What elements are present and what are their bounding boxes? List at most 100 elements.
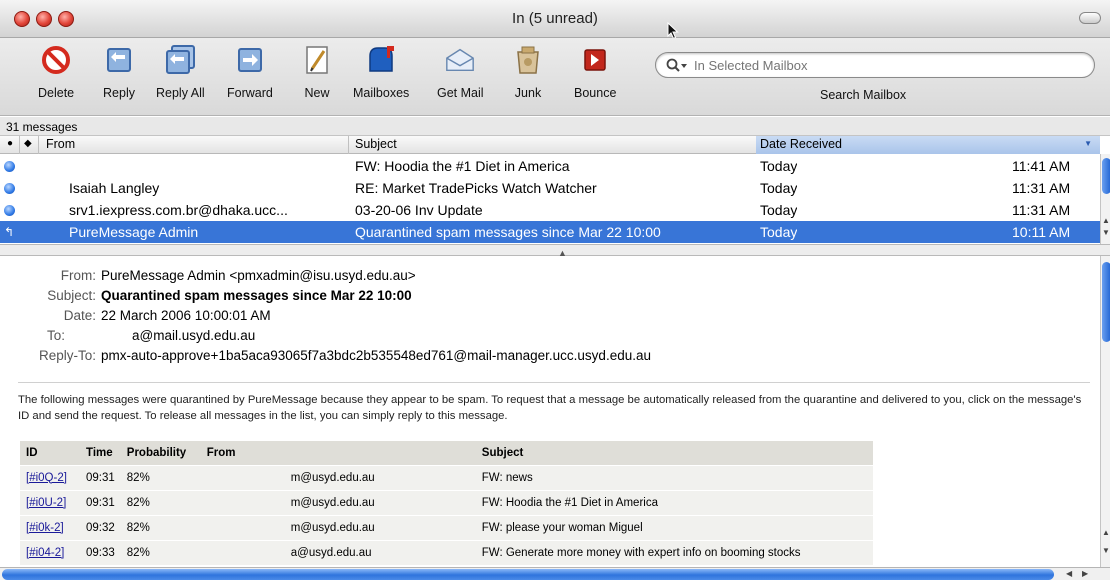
- bounce-button[interactable]: Bounce: [574, 44, 616, 100]
- message-intro-text: The following messages were quarantined …: [18, 394, 1082, 422]
- title-bar[interactable]: In (5 unread): [0, 0, 1110, 40]
- cell-probability: 82%: [120, 464, 201, 490]
- cell-probability: 82%: [120, 514, 201, 540]
- row-subject: 03-20-06 Inv Update: [355, 202, 483, 218]
- table-row: [#i0U-2] 09:31 82% m@usyd.edu.au FW: Hoo…: [20, 489, 873, 515]
- subject-key: Subject:: [47, 288, 96, 303]
- release-link[interactable]: [#i0k-2]: [26, 522, 64, 534]
- cell-from: a@usyd.edu.au: [200, 539, 476, 565]
- reply-to-key: Reply-To:: [38, 348, 96, 363]
- date-column-header[interactable]: Date Received ▼: [756, 136, 1100, 154]
- message-pane-scrollbar[interactable]: ▲ ▼: [1100, 256, 1110, 567]
- horizontal-scroll-thumb[interactable]: [2, 569, 1054, 580]
- message-row-selected[interactable]: ↰ PureMessage Admin Quarantined spam mes…: [0, 221, 1100, 243]
- date-column-label: Date Received: [760, 137, 842, 151]
- reply-icon: [103, 44, 135, 76]
- message-row[interactable]: Isaiah Langley RE: Market TradePicks Wat…: [0, 177, 1100, 199]
- bounce-label: Bounce: [574, 86, 617, 100]
- status-column-header[interactable]: ◆: [24, 138, 32, 154]
- mail-window: In (5 unread) Delete Reply Reply All For…: [0, 0, 1110, 580]
- search-mailbox-label: Search Mailbox: [820, 88, 907, 102]
- message-row[interactable]: srv1.iexpress.com.br@dhaka.ucc... 03-20-…: [0, 199, 1100, 221]
- get-mail-button[interactable]: Get Mail: [437, 44, 484, 100]
- pane-splitter[interactable]: ▲: [0, 244, 1110, 258]
- toolbar-toggle-button[interactable]: [1079, 12, 1101, 24]
- sort-descending-icon: ▼: [1084, 139, 1092, 148]
- unread-dot-icon: [4, 205, 15, 216]
- table-row: [#i0Q-2] 09:31 82% m@usyd.edu.au FW: new…: [20, 464, 873, 490]
- message-count: 31 messages: [0, 117, 1110, 136]
- delete-button[interactable]: Delete: [38, 44, 74, 100]
- cell-subject: FW: please your woman Miguel: [475, 514, 873, 540]
- to-key: To:: [46, 328, 65, 343]
- message-list-scrollbar[interactable]: ▲ ▼: [1100, 154, 1110, 244]
- table-header-subject: Subject: [475, 441, 873, 465]
- search-input[interactable]: [694, 56, 1084, 74]
- junk-button[interactable]: Junk: [512, 44, 544, 100]
- scroll-up-arrow-icon[interactable]: ▲: [1102, 528, 1110, 537]
- scroll-down-arrow-icon[interactable]: ▼: [1102, 546, 1110, 555]
- scroll-up-arrow-icon[interactable]: ▲: [1102, 216, 1110, 225]
- reply-to-value[interactable]: pmx-auto-approve+1ba5aca93065f7a3bdc2b53…: [101, 348, 651, 363]
- delete-label: Delete: [38, 86, 75, 100]
- scroll-left-arrow-icon[interactable]: ◀: [1066, 569, 1072, 578]
- row-date: Today: [760, 158, 798, 174]
- row-date: Today: [760, 202, 798, 218]
- mailboxes-icon: [365, 44, 397, 76]
- table-header-time: Time: [80, 441, 121, 465]
- release-link[interactable]: [#i0Q-2]: [26, 472, 67, 484]
- get-mail-icon: [444, 44, 476, 76]
- row-from: srv1.iexpress.com.br@dhaka.ucc...: [69, 202, 288, 218]
- release-link[interactable]: [#i0U-2]: [26, 497, 66, 509]
- scroll-down-arrow-icon[interactable]: ▼: [1102, 228, 1110, 237]
- cell-subject: FW: Hoodia the #1 Diet in America: [475, 489, 873, 515]
- to-value[interactable]: a@mail.usyd.edu.au: [132, 328, 255, 343]
- from-column-header[interactable]: From: [46, 137, 75, 153]
- reply-all-icon: [164, 44, 196, 76]
- unread-dot-icon: [4, 183, 15, 194]
- new-message-button[interactable]: New: [301, 44, 333, 100]
- table-header-probability: Probability: [120, 441, 201, 465]
- header-divider: [18, 382, 1090, 383]
- row-subject: RE: Market TradePicks Watch Watcher: [355, 180, 597, 196]
- unread-column-header[interactable]: ●: [7, 138, 13, 154]
- table-header-id: ID: [20, 441, 80, 465]
- date-value: 22 March 2006 10:00:01 AM: [101, 308, 271, 323]
- mailboxes-label: Mailboxes: [353, 86, 410, 100]
- delete-icon: [40, 44, 72, 76]
- message-list-header: ● ◆ From Subject Date Received ▼: [0, 136, 1100, 154]
- forward-button[interactable]: Forward: [227, 44, 273, 100]
- forward-icon: [234, 44, 266, 76]
- row-date: Today: [760, 224, 798, 240]
- cell-time: 09:33: [80, 539, 121, 565]
- table-header-from: From: [200, 441, 476, 465]
- unread-dot-icon: [4, 161, 15, 172]
- table-row: [#i04-2] 09:33 82% a@usyd.edu.au FW: Gen…: [20, 539, 873, 565]
- search-field[interactable]: [655, 52, 1095, 78]
- scroll-right-arrow-icon[interactable]: ▶: [1082, 569, 1088, 578]
- row-time: 10:11 AM: [1012, 224, 1071, 240]
- cell-subject: FW: Generate more money with expert info…: [475, 539, 873, 565]
- mailboxes-button[interactable]: Mailboxes: [353, 44, 409, 100]
- table-row: [#i0k-2] 09:32 82% m@usyd.edu.au FW: ple…: [20, 514, 873, 540]
- subject-column-header[interactable]: Subject: [355, 137, 397, 153]
- row-from: Isaiah Langley: [69, 180, 160, 196]
- cell-probability: 82%: [120, 489, 201, 515]
- reply-label: Reply: [103, 86, 135, 100]
- reply-button[interactable]: Reply: [103, 44, 135, 100]
- row-subject: FW: Hoodia the #1 Diet in America: [355, 158, 570, 174]
- horizontal-scrollbar[interactable]: ◀ ▶: [0, 567, 1110, 580]
- release-link[interactable]: [#i04-2]: [26, 547, 64, 559]
- from-value[interactable]: PureMessage Admin <pmxadmin@isu.usyd.edu…: [101, 268, 416, 283]
- scroll-thumb[interactable]: [1102, 262, 1110, 342]
- reply-all-button[interactable]: Reply All: [156, 44, 205, 100]
- row-time: 11:41 AM: [1012, 158, 1071, 174]
- junk-icon: [512, 44, 544, 76]
- cell-from: m@usyd.edu.au: [200, 464, 476, 490]
- cell-probability: 82%: [120, 539, 201, 565]
- message-row[interactable]: FW: Hoodia the #1 Diet in America Today …: [0, 155, 1100, 177]
- cell-subject: FW: news: [475, 464, 873, 490]
- scroll-thumb[interactable]: [1102, 158, 1110, 194]
- new-message-icon: [301, 44, 333, 76]
- row-time: 11:31 AM: [1012, 180, 1071, 196]
